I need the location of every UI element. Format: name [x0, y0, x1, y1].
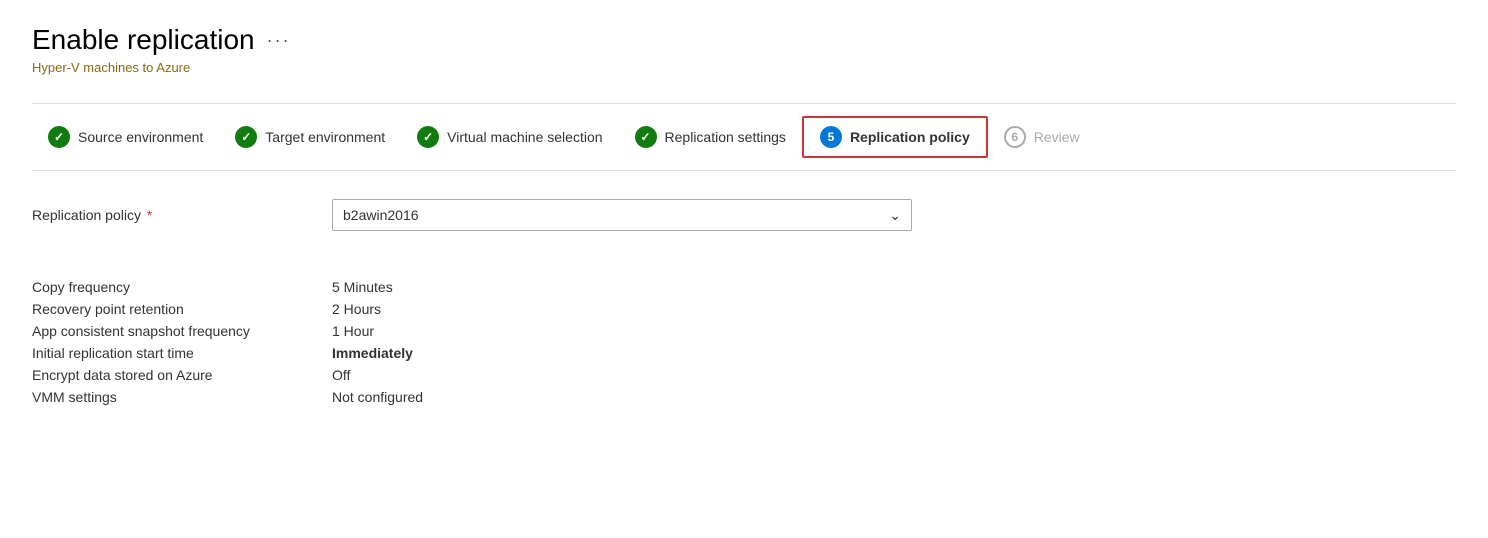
step-check-icon-3 — [417, 126, 439, 148]
info-row: Copy frequency5 Minutes — [32, 279, 1456, 295]
policy-dropdown[interactable]: b2awin2016 ⌄ — [332, 199, 912, 231]
info-value: 2 Hours — [332, 301, 381, 317]
info-row: Initial replication start timeImmediatel… — [32, 345, 1456, 361]
info-row: Recovery point retention2 Hours — [32, 301, 1456, 317]
info-section: Copy frequency5 MinutesRecovery point re… — [32, 279, 1456, 405]
policy-form-row: Replication policy * b2awin2016 ⌄ — [32, 199, 1456, 231]
info-value: 1 Hour — [332, 323, 374, 339]
policy-selected-value: b2awin2016 — [343, 207, 419, 223]
info-row: App consistent snapshot frequency1 Hour — [32, 323, 1456, 339]
info-value: 5 Minutes — [332, 279, 393, 295]
step-label-rep-policy: Replication policy — [850, 129, 970, 145]
step-label-target: Target environment — [265, 129, 385, 145]
step-replication-settings[interactable]: Replication settings — [619, 118, 802, 156]
step-label-source: Source environment — [78, 129, 203, 145]
step-number-icon-5: 5 — [820, 126, 842, 148]
info-row: VMM settingsNot configured — [32, 389, 1456, 405]
step-vm-selection[interactable]: Virtual machine selection — [401, 118, 618, 156]
info-label: VMM settings — [32, 389, 332, 405]
info-value: Not configured — [332, 389, 423, 405]
step-review[interactable]: 6 Review — [988, 118, 1096, 156]
info-label: Recovery point retention — [32, 301, 332, 317]
step-source-environment[interactable]: Source environment — [32, 118, 219, 156]
ellipsis-menu[interactable]: ··· — [267, 30, 291, 51]
info-label: Encrypt data stored on Azure — [32, 367, 332, 383]
info-label: App consistent snapshot frequency — [32, 323, 332, 339]
form-section: Replication policy * b2awin2016 ⌄ — [32, 199, 1456, 263]
step-target-environment[interactable]: Target environment — [219, 118, 401, 156]
step-check-icon-1 — [48, 126, 70, 148]
wizard-steps: Source environment Target environment Vi… — [32, 103, 1456, 171]
step-number-icon-6: 6 — [1004, 126, 1026, 148]
step-label-rep-settings: Replication settings — [665, 129, 786, 145]
page-title: Enable replication ··· — [32, 24, 1456, 56]
info-row: Encrypt data stored on AzureOff — [32, 367, 1456, 383]
page-subtitle: Hyper-V machines to Azure — [32, 60, 1456, 75]
step-replication-policy[interactable]: 5 Replication policy — [802, 116, 988, 158]
info-label: Initial replication start time — [32, 345, 332, 361]
info-value: Immediately — [332, 345, 413, 361]
required-indicator: * — [143, 207, 152, 223]
step-label-review: Review — [1034, 129, 1080, 145]
info-label: Copy frequency — [32, 279, 332, 295]
step-check-icon-4 — [635, 126, 657, 148]
info-value: Off — [332, 367, 350, 383]
chevron-down-icon: ⌄ — [889, 207, 901, 224]
policy-label: Replication policy * — [32, 207, 332, 223]
step-label-vm: Virtual machine selection — [447, 129, 602, 145]
step-check-icon-2 — [235, 126, 257, 148]
title-text: Enable replication — [32, 24, 255, 56]
